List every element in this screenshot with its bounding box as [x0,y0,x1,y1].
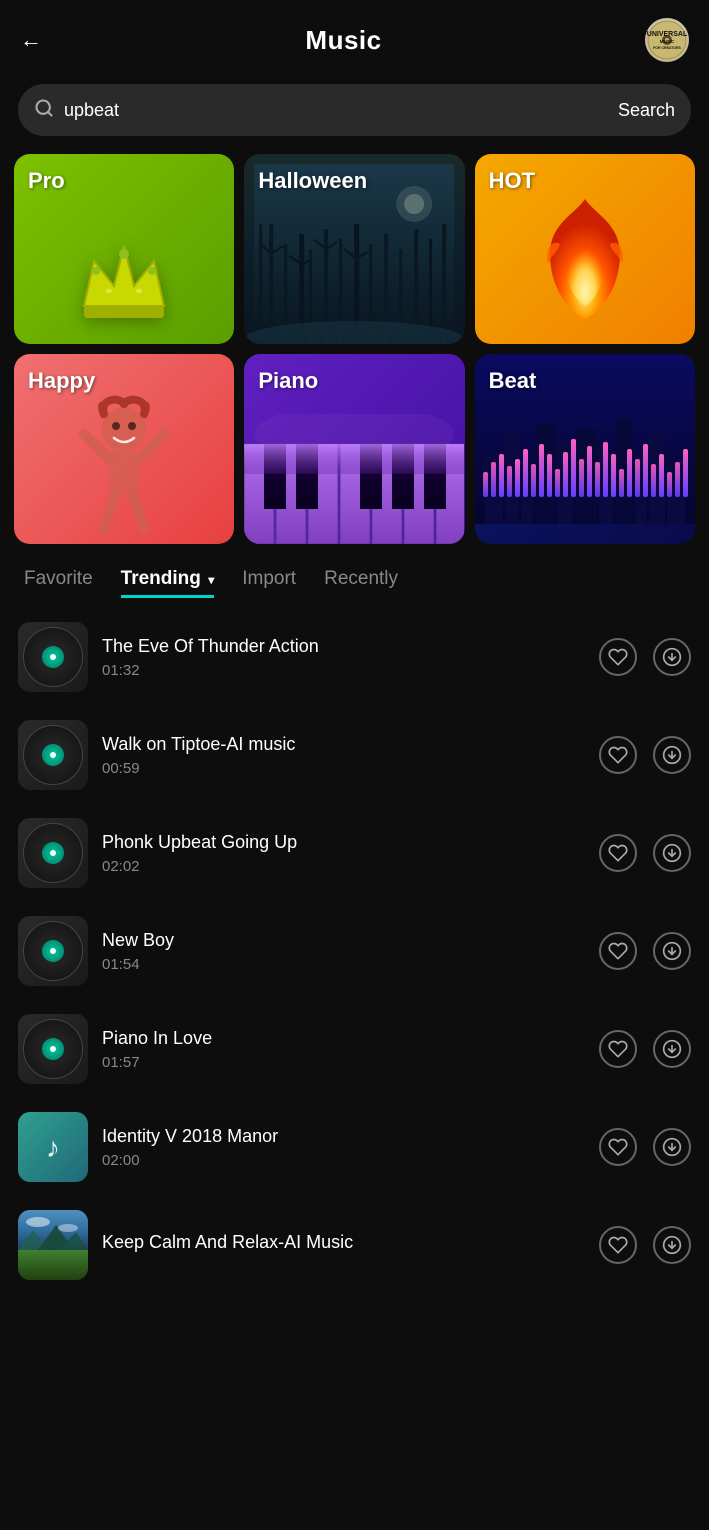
like-button[interactable] [599,1226,637,1264]
category-pro[interactable]: Pro [14,154,234,344]
piano-keys [244,414,464,544]
category-hot[interactable]: HOT [475,154,695,344]
category-grid-row2: Happy [0,354,709,544]
happy-image [64,394,184,544]
track-duration: 02:02 [102,858,585,875]
track-duration: 01:54 [102,956,585,973]
track-item[interactable]: New Boy 01:54 [0,902,709,1000]
track-title: Phonk Upbeat Going Up [102,832,585,853]
tabs-row: Favorite Trending ▾ Import Recently [0,554,709,598]
track-info: Identity V 2018 Manor 02:00 [102,1126,585,1169]
track-title: The Eve Of Thunder Action [102,636,585,657]
download-button[interactable] [653,638,691,676]
track-thumbnail: ♪ [18,1112,88,1182]
category-hot-label: HOT [489,168,535,194]
track-actions [599,1128,691,1166]
track-item[interactable]: Phonk Upbeat Going Up 02:02 [0,804,709,902]
category-grid: Pro Halloween [0,154,709,344]
dropdown-arrow-icon: ▾ [205,573,214,587]
track-actions [599,834,691,872]
track-title: Piano In Love [102,1028,585,1049]
track-item[interactable]: Keep Calm And Relax-AI Music [0,1196,709,1294]
flame-icon [530,194,640,339]
track-actions [599,736,691,774]
track-thumbnail [18,622,88,692]
track-duration: 01:32 [102,662,585,679]
track-title: Walk on Tiptoe-AI music [102,734,585,755]
like-button[interactable] [599,1030,637,1068]
category-piano-label: Piano [258,368,318,394]
svg-text:MUSIC: MUSIC [660,39,675,44]
search-input[interactable] [64,100,608,121]
download-button[interactable] [653,834,691,872]
svg-text:♪: ♪ [46,1132,60,1163]
track-item[interactable]: The Eve Of Thunder Action 01:32 [0,608,709,706]
track-thumbnail [18,720,88,790]
track-actions [599,932,691,970]
track-actions [599,638,691,676]
track-duration: 01:57 [102,1054,585,1071]
search-button[interactable]: Search [618,100,675,121]
tab-import[interactable]: Import [242,568,296,598]
track-title: Identity V 2018 Manor [102,1126,585,1147]
like-button[interactable] [599,932,637,970]
track-info: Walk on Tiptoe-AI music 00:59 [102,734,585,777]
track-item[interactable]: Piano In Love 01:57 [0,1000,709,1098]
tab-trending[interactable]: Trending ▾ [121,568,215,598]
track-info: New Boy 01:54 [102,930,585,973]
track-thumbnail [18,1210,88,1280]
track-duration: 02:00 [102,1152,585,1169]
search-bar: Search [18,84,691,136]
track-duration: 00:59 [102,760,585,777]
category-happy-label: Happy [28,368,95,394]
header: ← Music UNIVERSAL MUSIC FOR CREATORS [0,0,709,72]
track-thumbnail [18,916,88,986]
category-halloween[interactable]: Halloween [244,154,464,344]
like-button[interactable] [599,736,637,774]
track-info: Phonk Upbeat Going Up 02:02 [102,832,585,875]
crown-icon [74,236,174,334]
category-piano[interactable]: Piano [244,354,464,544]
track-title: New Boy [102,930,585,951]
track-title: Keep Calm And Relax-AI Music [102,1232,585,1253]
download-button[interactable] [653,932,691,970]
track-list: The Eve Of Thunder Action 01:32 [0,598,709,1304]
category-halloween-label: Halloween [258,168,367,194]
download-button[interactable] [653,1128,691,1166]
search-icon [34,98,54,123]
track-actions [599,1030,691,1068]
download-button[interactable] [653,1226,691,1264]
category-happy[interactable]: Happy [14,354,234,544]
svg-text:FOR CREATORS: FOR CREATORS [653,46,681,50]
svg-text:UNIVERSAL: UNIVERSAL [647,31,687,38]
like-button[interactable] [599,1128,637,1166]
track-info: The Eve Of Thunder Action 01:32 [102,636,585,679]
back-button[interactable]: ← [20,27,42,53]
download-button[interactable] [653,1030,691,1068]
track-item[interactable]: ♪ Identity V 2018 Manor 02:00 [0,1098,709,1196]
track-thumbnail [18,818,88,888]
page-title: Music [305,25,381,56]
logo-area: UNIVERSAL MUSIC FOR CREATORS [645,18,689,62]
track-item[interactable]: Walk on Tiptoe-AI music 00:59 [0,706,709,804]
universal-logo: UNIVERSAL MUSIC FOR CREATORS [645,18,689,62]
like-button[interactable] [599,638,637,676]
track-actions [599,1226,691,1264]
tab-recently[interactable]: Recently [324,568,398,598]
track-info: Piano In Love 01:57 [102,1028,585,1071]
track-info: Keep Calm And Relax-AI Music [102,1232,585,1258]
tab-favorite[interactable]: Favorite [24,568,93,598]
category-beat[interactable]: Beat [475,354,695,544]
category-pro-label: Pro [28,168,65,194]
track-thumbnail [18,1014,88,1084]
category-beat-label: Beat [489,368,537,394]
download-button[interactable] [653,736,691,774]
like-button[interactable] [599,834,637,872]
